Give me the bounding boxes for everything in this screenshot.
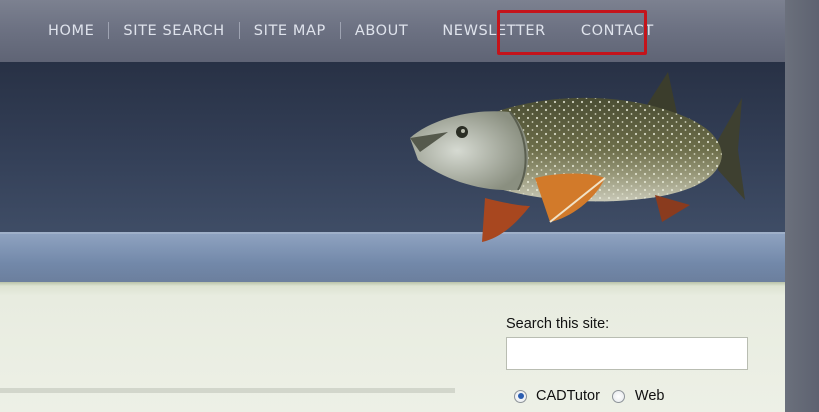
content-divider xyxy=(0,388,455,393)
nav-about-link[interactable]: ABOUT xyxy=(355,23,409,39)
nav-site-map-link[interactable]: SITE MAP xyxy=(254,23,326,39)
nav-site-search-link[interactable]: SITE SEARCH xyxy=(123,23,224,39)
nav-separator xyxy=(339,22,341,39)
newsletter-highlight-box xyxy=(497,10,647,55)
nav-home-link[interactable]: HOME xyxy=(48,23,94,39)
page-background-right xyxy=(785,0,819,412)
search-input[interactable] xyxy=(506,337,748,370)
search-scope-options: CADTutor Web xyxy=(514,388,664,404)
lake-trout-fish-icon xyxy=(410,72,745,242)
nav-separator xyxy=(238,22,240,39)
cadtutor-radio[interactable] xyxy=(514,389,527,403)
web-radio[interactable] xyxy=(611,389,625,403)
search-label: Search this site: xyxy=(506,316,610,332)
nav-separator xyxy=(108,22,110,39)
web-radio-label: Web xyxy=(634,388,665,404)
cadtutor-radio-label: CADTutor xyxy=(536,388,600,404)
top-navigation-bar: HOME SITE SEARCH SITE MAP ABOUT NEWSLETT… xyxy=(0,0,785,62)
